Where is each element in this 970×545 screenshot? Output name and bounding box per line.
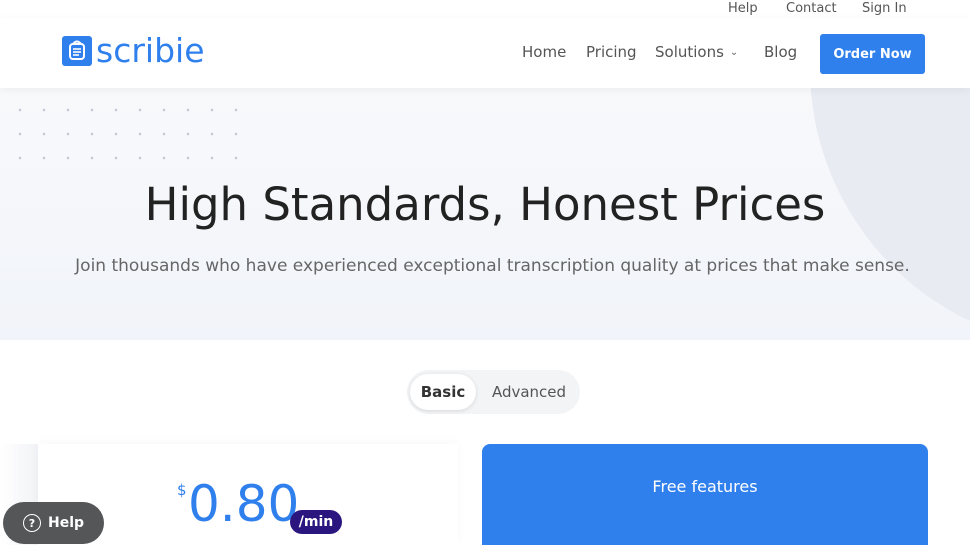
hero-dot-pattern	[8, 98, 238, 178]
free-features-title: Free features	[652, 477, 758, 496]
logo[interactable]: scribie	[62, 33, 205, 69]
help-button-label: Help	[48, 515, 85, 531]
top-sign-in-link[interactable]: Sign In	[862, 1, 907, 16]
nav-solutions-label: Solutions	[655, 43, 724, 61]
nav-pricing[interactable]: Pricing	[586, 43, 637, 61]
main-header: scribie Home Pricing Solutions ⌄ Blog Ord…	[0, 18, 970, 88]
utility-bar: Help Contact Sign In	[0, 0, 970, 18]
price-value: 0.80	[188, 475, 300, 533]
free-features-card: Free features	[482, 444, 928, 545]
nav-blog[interactable]: Blog	[764, 43, 797, 61]
order-now-button[interactable]: Order Now	[820, 34, 925, 74]
hero-section: High Standards, Honest Prices Join thous…	[0, 88, 970, 340]
plan-toggle-advanced[interactable]: Advanced	[481, 374, 577, 410]
chevron-down-icon: ⌄	[729, 47, 739, 58]
price-currency: $	[177, 481, 187, 499]
help-button[interactable]: ? Help	[3, 502, 104, 544]
page-title: High Standards, Honest Prices	[144, 178, 826, 231]
nav-home[interactable]: Home	[522, 43, 566, 61]
plan-toggle: Basic Advanced	[407, 370, 580, 414]
hero-subtitle: Join thousands who have experienced exce…	[75, 256, 910, 276]
top-contact-link[interactable]: Contact	[786, 1, 837, 16]
nav-solutions[interactable]: Solutions ⌄	[655, 43, 738, 61]
question-icon: ?	[23, 514, 41, 532]
scribie-logo-icon	[62, 36, 92, 66]
top-help-link[interactable]: Help	[728, 1, 758, 16]
price-unit-badge: /min	[290, 510, 342, 534]
plan-toggle-basic[interactable]: Basic	[410, 374, 476, 410]
logo-wordmark: scribie	[96, 31, 205, 70]
